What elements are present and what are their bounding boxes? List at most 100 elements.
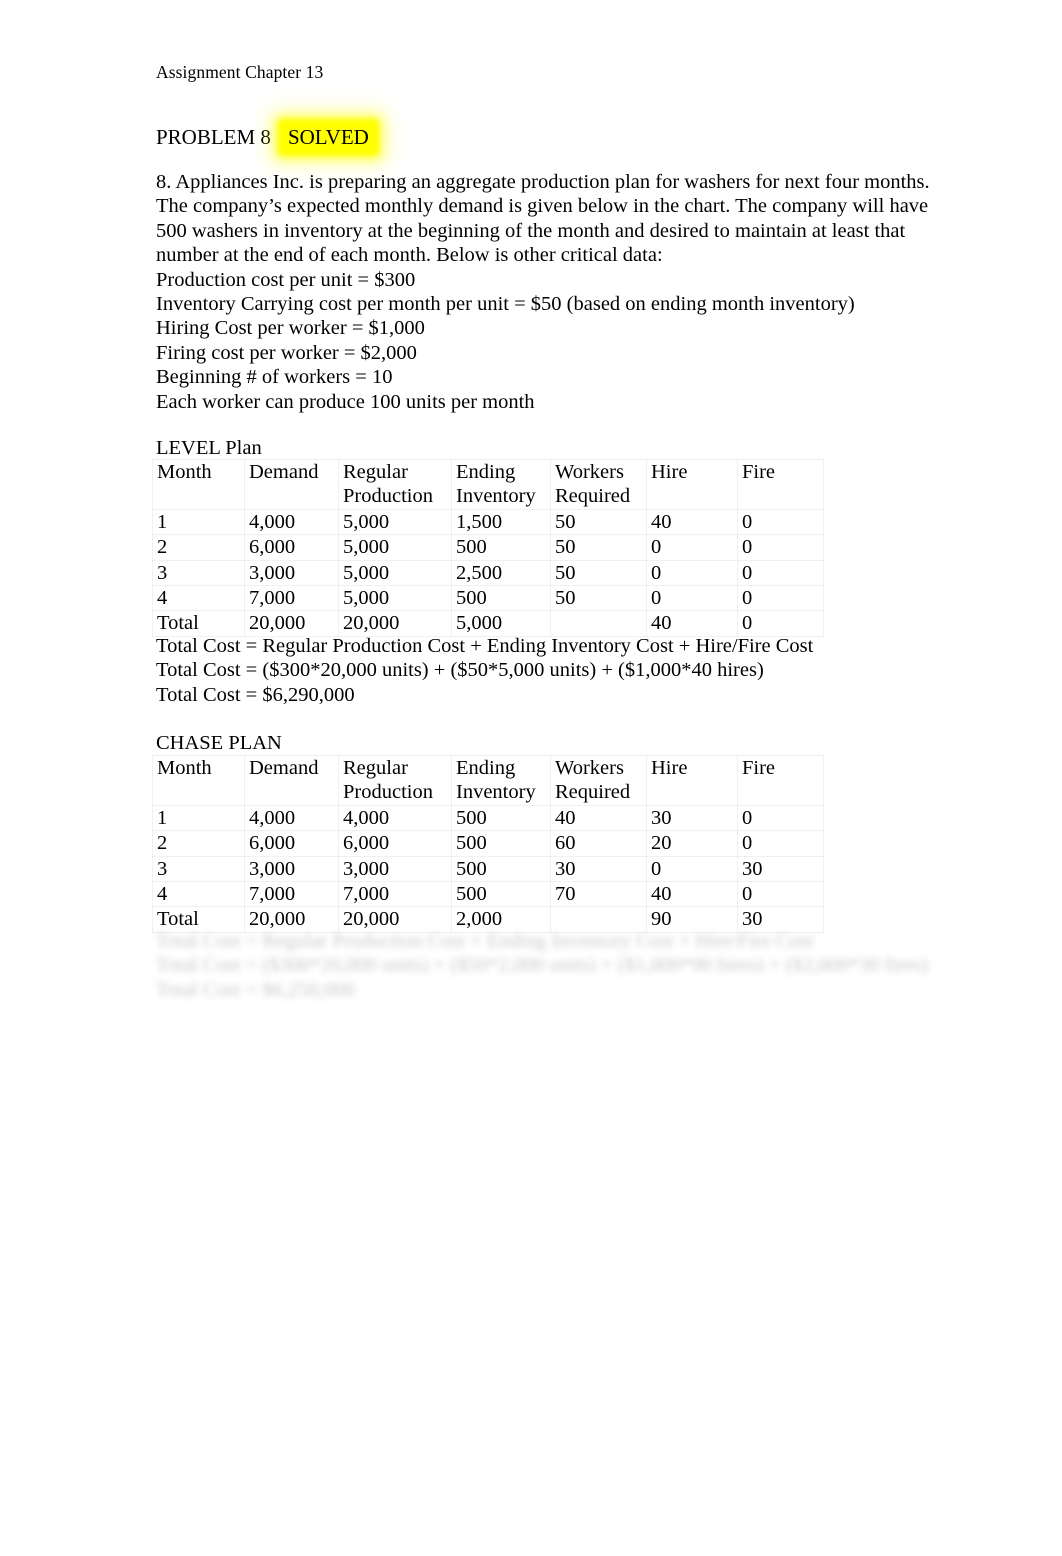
table-cell: 0: [646, 585, 738, 612]
table-cell: 7,000: [244, 881, 339, 908]
column-header-line: Production: [343, 485, 433, 508]
table-row: 4 7,000 7,000 500 70 40 0: [152, 881, 824, 908]
table-row: 4 7,000 5,000 500 50 0 0: [152, 585, 824, 612]
column-header-line: Workers: [555, 757, 624, 779]
table-cell: 7,000: [338, 881, 452, 908]
table-row: 3 3,000 3,000 500 30 0 30: [152, 855, 824, 883]
table-cell: 60: [550, 830, 647, 857]
table-cell: 70: [550, 881, 647, 908]
column-header-line: Ending: [456, 461, 516, 483]
problem-title-text: PROBLEM 8: [156, 125, 271, 149]
column-header: Demand: [244, 459, 339, 510]
table-cell: 3,000: [338, 855, 452, 883]
cost-summary-line: Total Cost = $6,290,000: [156, 683, 355, 706]
table-cell: 20,000: [338, 610, 452, 637]
column-header-line: Fire: [742, 757, 776, 779]
table-cell: 40: [646, 508, 738, 536]
table-cell: 50: [550, 585, 647, 612]
table-cell: 500: [451, 585, 551, 612]
table-cell: 0: [737, 508, 824, 536]
problem-statement-line: Inventory Carrying cost per month per un…: [156, 293, 855, 316]
problem-statement-line: number at the end of each month. Below i…: [156, 244, 663, 267]
table-cell: 500: [451, 855, 551, 883]
table-row: 1 4,000 4,000 500 40 30 0: [152, 804, 824, 832]
table-cell: 6,000: [244, 830, 339, 857]
column-header: Fire: [737, 459, 824, 510]
column-header-line: [742, 780, 823, 804]
table-cell: 50: [550, 534, 647, 561]
column-header-line: Month: [157, 757, 212, 779]
table-cell: Total: [152, 610, 245, 637]
column-header-line: [742, 484, 823, 508]
chase-plan-table-head: Month Demand Regular Production Ending Inve…: [152, 755, 824, 806]
table-cell: 5,000: [338, 559, 452, 587]
table-cell: 6,000: [338, 830, 452, 857]
problem-statement-line: Each worker can produce 100 units per mo…: [156, 390, 535, 413]
level-plan-table-head: Month Demand Regular Production Ending Inve…: [152, 459, 824, 510]
document-page: Assignment Chapter 13 PROBLEM 8 SOLVED 8.…: [0, 0, 1062, 1556]
cost-summary-line: Total Cost = ($300*20,000 units) + ($50*…: [156, 954, 928, 977]
level-plan-table: Month Demand Regular Production Ending Inve…: [152, 459, 824, 637]
column-header: Demand: [244, 755, 339, 806]
column-header: Fire: [737, 755, 824, 806]
problem-statement-line: 500 washers in inventory at the beginnin…: [156, 219, 906, 242]
column-header-line: Hire: [651, 461, 688, 483]
document-header: Assignment Chapter 13: [156, 62, 324, 82]
column-header-line: Required: [555, 781, 631, 804]
column-header-line: [249, 780, 338, 804]
column-header: Regular Production: [338, 755, 452, 806]
cost-summary-line: Total Cost = ($300*20,000 units) + ($50*…: [156, 659, 764, 682]
level-plan-label: LEVEL Plan: [156, 437, 262, 459]
table-cell: 4,000: [244, 804, 339, 832]
table-cell: 2: [152, 830, 245, 857]
problem-statement-line: Hiring Cost per worker = $1,000: [156, 317, 425, 340]
table-header-row: Month Demand Regular Production Ending Inve…: [152, 459, 824, 510]
table-cell: 3: [152, 855, 245, 883]
table-cell: 1: [152, 508, 245, 536]
table-cell: 0: [737, 881, 824, 908]
column-header: Workers Required: [550, 755, 647, 806]
table-cell: 50: [550, 508, 647, 536]
table-cell: 0: [737, 804, 824, 832]
table-cell: 1: [152, 804, 245, 832]
table-cell: 0: [737, 585, 824, 612]
problem-statement-line: The company’s expected monthly demand is…: [156, 195, 929, 218]
column-header: Hire: [646, 755, 738, 806]
column-header-line: [651, 484, 737, 508]
chase-plan-table: Month Demand Regular Production Ending Inve…: [152, 755, 824, 933]
chase-plan-cost-summary: Total Cost = Regular Production Cost + E…: [156, 929, 928, 1002]
page-title: PROBLEM 8 SOLVED: [156, 123, 374, 151]
table-cell: 5,000: [338, 508, 452, 536]
table-cell: 0: [737, 534, 824, 561]
column-header: Ending Inventory: [451, 755, 551, 806]
table-cell: [550, 610, 647, 637]
table-row: 1 4,000 5,000 1,500 50 40 0: [152, 508, 824, 536]
column-header-line: Month: [157, 461, 212, 483]
table-cell: 1,500: [451, 508, 551, 536]
column-header-line: [651, 780, 737, 804]
table-cell: 0: [737, 559, 824, 587]
column-header-line: [249, 484, 338, 508]
table-cell: 40: [646, 881, 738, 908]
table-cell: 5,000: [338, 534, 452, 561]
table-cell: 4: [152, 881, 245, 908]
table-cell: 20: [646, 830, 738, 857]
column-header: Month: [152, 459, 245, 510]
column-header: Month: [152, 755, 245, 806]
table-cell: 30: [646, 804, 738, 832]
level-plan-cost-summary: Total Cost = Regular Production Cost + E…: [156, 634, 813, 707]
table-cell: 0: [646, 534, 738, 561]
cost-summary-line: Total Cost = Regular Production Cost + E…: [156, 635, 814, 657]
table-cell: 20,000: [244, 610, 339, 637]
table-cell: 0: [737, 610, 824, 637]
table-cell: 5,000: [338, 585, 452, 612]
column-header: Regular Production: [338, 459, 452, 510]
chase-plan-label: CHASE PLAN: [156, 732, 282, 754]
table-row: Total 20,000 20,000 5,000 40 0: [152, 610, 824, 637]
table-cell: 4: [152, 585, 245, 612]
column-header: Hire: [646, 459, 738, 510]
table-row: 2 6,000 6,000 500 60 20 0: [152, 830, 824, 857]
column-header-line: Regular: [343, 461, 408, 483]
column-header-line: Ending: [456, 757, 516, 779]
status-badge-solved: SOLVED: [282, 124, 374, 151]
